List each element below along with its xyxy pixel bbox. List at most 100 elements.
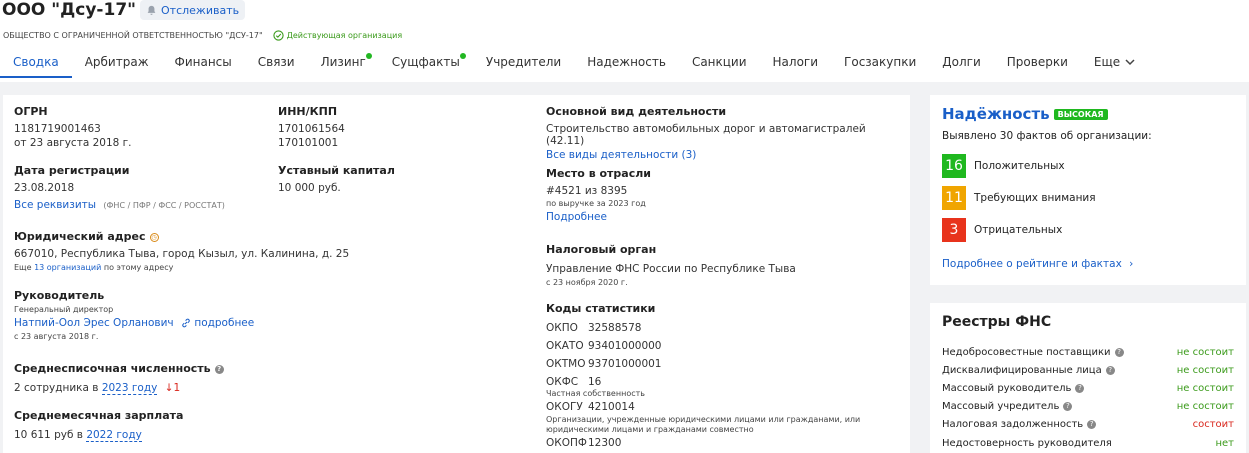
- info-icon[interactable]: ?: [1063, 401, 1073, 411]
- ogrn-date: от 23 августа 2018 г.: [14, 137, 132, 149]
- registry-row: Дисквалифицированные лица? не состоит: [942, 365, 1234, 376]
- tab-procurement[interactable]: Госзакупки: [831, 48, 929, 78]
- okfs-note: Частная собственность: [546, 389, 645, 398]
- all-activities-link[interactable]: Все виды деятельности (3): [546, 149, 696, 161]
- all-requisites-link[interactable]: Все реквизиты: [14, 199, 96, 211]
- reliability-title: Надёжность ВЫСОКАЯ: [942, 105, 1108, 123]
- negative-count: 3: [942, 218, 966, 242]
- head-block: Руководитель Генеральный директор Натпий…: [14, 289, 314, 341]
- inn-label: ИНН/КПП: [278, 105, 338, 118]
- rank-block: Место в отрасли #4521 из 8395 по выручке…: [546, 167, 906, 223]
- follow-button[interactable]: Отслеживать: [140, 0, 246, 20]
- tab-sanctions[interactable]: Санкции: [679, 48, 760, 78]
- clock-icon[interactable]: ◷: [149, 232, 159, 242]
- tab-founders[interactable]: Учредители: [473, 48, 574, 78]
- negative-label: Отрицательных: [974, 224, 1063, 236]
- new-indicator-dot: [459, 53, 466, 59]
- tab-more[interactable]: Еще: [1081, 48, 1148, 78]
- rank-label: Место в отрасли: [546, 167, 651, 180]
- address-block: Юридический адрес ◷ 667010, Республика Ты…: [14, 230, 534, 272]
- tax-value: Управление ФНС России по Республике Тыва: [546, 263, 796, 275]
- tax-block: Налоговый орган Управление ФНС России по…: [546, 243, 906, 287]
- company-full-name: ОБЩЕСТВО С ОГРАНИЧЕННОЙ ОТВЕТСТВЕННОСТЬЮ…: [3, 31, 263, 40]
- registration-label: Дата регистрации: [14, 164, 130, 177]
- activity-label: Основной вид деятельности: [546, 105, 727, 118]
- address-value: 667010, Республика Тыва, город Кызыл, ул…: [14, 248, 350, 260]
- info-icon[interactable]: ?: [1105, 365, 1115, 375]
- address-label: Юридический адрес ◷: [14, 230, 159, 243]
- okogu-note: Организации, учрежденные юридическими ли…: [546, 415, 861, 434]
- head-more-link[interactable]: подробнее: [194, 317, 254, 329]
- tax-label: Налоговый орган: [546, 243, 657, 256]
- reliability-title-link[interactable]: Надёжность: [942, 105, 1050, 123]
- reliability-badge: ВЫСОКАЯ: [1053, 109, 1108, 120]
- info-icon[interactable]: ?: [1075, 383, 1085, 393]
- tab-debts[interactable]: Долги: [929, 48, 994, 78]
- info-icon[interactable]: ?: [1087, 419, 1097, 429]
- chevron-right-icon: ›: [1129, 258, 1134, 270]
- reliability-negative-row[interactable]: 3 Отрицательных: [942, 218, 1062, 242]
- staff-block: Среднесписочная численность? 2 сотрудник…: [14, 362, 314, 395]
- registry-row: Налоговая задолженность? состоит: [942, 419, 1234, 430]
- tab-facts[interactable]: Сущфакты: [379, 48, 473, 78]
- code-row: ОКОГУ 4210014: [546, 401, 635, 413]
- reliability-more-link[interactable]: Подробнее о рейтинге и фактах: [942, 258, 1122, 270]
- registry-status: состоит: [1192, 419, 1234, 430]
- reliability-more-line: Подробнее о рейтинге и фактах ›: [942, 258, 1133, 270]
- tab-links[interactable]: Связи: [245, 48, 308, 78]
- info-icon[interactable]: ?: [214, 364, 224, 374]
- reliability-attention-row[interactable]: 11 Требующих внимания: [942, 186, 1096, 210]
- follow-label: Отслеживать: [161, 3, 240, 17]
- registries-title: Реестры ФНС: [942, 314, 1052, 330]
- ogrn-block: ОГРН 1181719001463 от 23 августа 2018 г.: [14, 105, 132, 149]
- ogrn-value: 1181719001463: [14, 123, 101, 135]
- code-row: ОКОПФ12300: [546, 437, 622, 449]
- attention-count: 11: [942, 186, 966, 210]
- reliability-card: Надёжность ВЫСОКАЯ Выявлено 30 фактов об …: [930, 95, 1246, 285]
- tab-leasing[interactable]: Лизинг: [308, 48, 379, 78]
- registration-date: 23.08.2018: [14, 182, 75, 194]
- head-name-link[interactable]: Натпий-Оол Эрес Орланович: [14, 317, 174, 329]
- requisites-line: Все реквизиты (ФНС / ПФР / ФСС / РОССТАТ…: [14, 199, 225, 211]
- chevron-down-icon: [1125, 59, 1135, 66]
- inn-value: 1701061564: [278, 123, 345, 135]
- reliability-positive-row[interactable]: 16 Положительных: [942, 154, 1065, 178]
- tab-summary[interactable]: Сводка: [0, 48, 72, 78]
- tab-arbitration[interactable]: Арбитраж: [72, 48, 162, 78]
- kpp-value: 170101001: [278, 137, 339, 149]
- registration-block: Дата регистрации 23.08.2018 Все реквизит…: [14, 164, 225, 211]
- tax-since: с 23 ноября 2020 г.: [546, 278, 628, 287]
- company-header: ООО "Дсу-17" Отслеживать ОБЩЕСТВО С ОГРА…: [0, 0, 1249, 82]
- info-icon[interactable]: ?: [1114, 347, 1124, 357]
- rank-more-line: Подробнее: [546, 211, 906, 223]
- inn-block: ИНН/КПП 1701061564 170101001: [278, 105, 345, 149]
- tab-reliability[interactable]: Надежность: [574, 48, 679, 78]
- registry-status: не состоит: [1176, 347, 1234, 358]
- capital-value: 10 000 руб.: [278, 182, 341, 194]
- head-since: с 23 августа 2018 г.: [14, 332, 99, 341]
- salary-year-link[interactable]: 2022 году: [86, 429, 142, 442]
- reliability-summary: Выявлено 30 фактов об организации:: [942, 130, 1152, 142]
- codes-block: Коды статистики ОКПО 32588578 ОКАТО 934010…: [546, 302, 866, 449]
- tab-finance[interactable]: Финансы: [162, 48, 245, 78]
- requisites-sources: (ФНС / ПФР / ФСС / РОССТАТ): [103, 201, 225, 210]
- tab-taxes[interactable]: Налоги: [760, 48, 832, 78]
- company-subtitle: ОБЩЕСТВО С ОГРАНИЧЕННОЙ ОТВЕТСТВЕННОСТЬЮ…: [3, 30, 402, 41]
- code-row: ОКПО 32588578: [546, 322, 642, 334]
- code-row: ОКТМО 93701000001: [546, 358, 662, 370]
- same-address-orgs-link[interactable]: 13 организаций: [34, 263, 101, 272]
- rank-value: #4521 из 8395: [546, 185, 628, 197]
- bell-icon: [147, 5, 156, 15]
- staff-year-link[interactable]: 2023 году: [101, 382, 158, 395]
- head-position: Генеральный директор: [14, 305, 114, 314]
- positive-label: Положительных: [974, 160, 1065, 172]
- registry-row: Недобросовестные поставщики? не состоит: [942, 347, 1234, 358]
- capital-block: Уставный капитал 10 000 руб.: [278, 164, 395, 194]
- registry-status: не состоит: [1176, 401, 1234, 412]
- ogrn-label: ОГРН: [14, 105, 48, 118]
- all-activities-line: Все виды деятельности (3): [546, 149, 906, 161]
- tab-inspections[interactable]: Проверки: [994, 48, 1081, 78]
- company-title: ООО "Дсу-17": [2, 0, 136, 20]
- rank-more-link[interactable]: Подробнее: [546, 211, 607, 223]
- head-name-line: Натпий-Оол Эрес Орланович подробнее: [14, 317, 314, 329]
